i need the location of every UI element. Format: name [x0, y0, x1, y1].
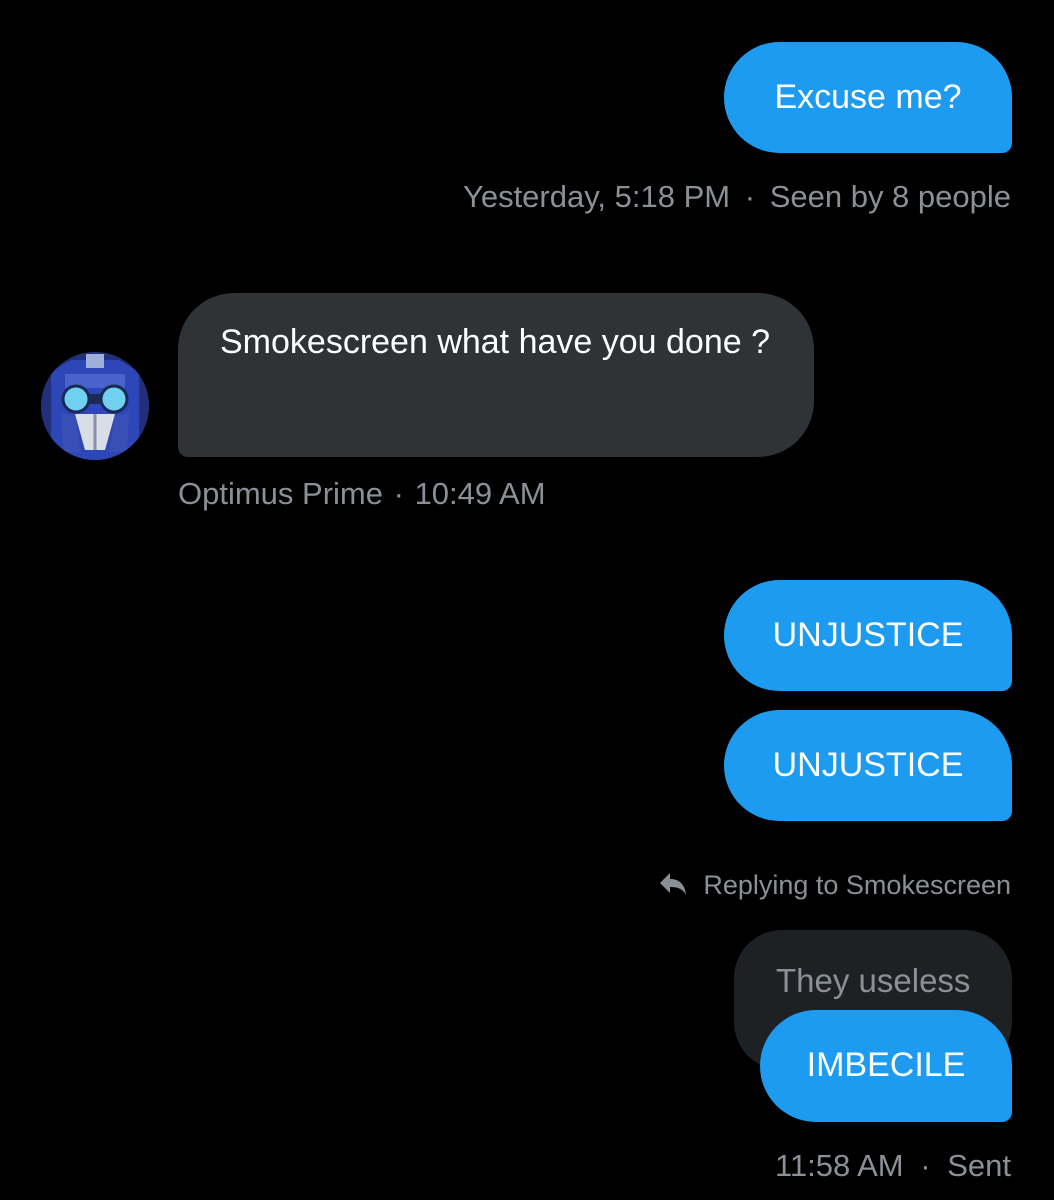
- seen-status: Seen by 8 people: [769, 179, 1011, 214]
- message-timestamp: Yesterday, 5:18 PM: [463, 179, 731, 214]
- message-meta: 11:58 AM · Sent: [775, 1148, 1011, 1184]
- message-meta: Yesterday, 5:18 PM · Seen by 8 people: [463, 179, 1011, 215]
- quoted-message-text: They useless: [776, 962, 971, 999]
- meta-separator: ·: [744, 179, 756, 214]
- message-text: UNJUSTICE: [772, 616, 964, 654]
- message-text: Excuse me?: [774, 78, 962, 116]
- message-meta: Optimus Prime · 10:49 AM: [178, 476, 546, 512]
- message-text: UNJUSTICE: [772, 746, 964, 784]
- sender-name: Optimus Prime: [178, 476, 383, 511]
- meta-separator: ·: [393, 476, 404, 511]
- received-message-bubble[interactable]: Smokescreen what have you done ?: [178, 293, 814, 457]
- reply-context-label: Replying to Smokescreen: [703, 870, 1011, 900]
- optimus-prime-avatar-icon: [41, 352, 149, 460]
- sent-message-bubble[interactable]: UNJUSTICE: [724, 710, 1012, 821]
- message-text: Smokescreen what have you done ?: [220, 323, 771, 361]
- sent-message-bubble[interactable]: IMBECILE: [760, 1010, 1012, 1122]
- sent-message-bubble[interactable]: Excuse me?: [724, 42, 1012, 153]
- reply-context: Replying to Smokescreen: [658, 870, 1011, 901]
- message-text: IMBECILE: [806, 1046, 966, 1084]
- meta-separator: ·: [920, 1148, 931, 1183]
- sent-status: Sent: [947, 1148, 1011, 1183]
- sent-message-bubble[interactable]: UNJUSTICE: [724, 580, 1012, 691]
- sender-avatar[interactable]: [41, 352, 149, 460]
- reply-arrow-icon: [659, 873, 686, 895]
- message-timestamp: 11:58 AM: [774, 1148, 904, 1183]
- message-timestamp: 10:49 AM: [414, 476, 546, 511]
